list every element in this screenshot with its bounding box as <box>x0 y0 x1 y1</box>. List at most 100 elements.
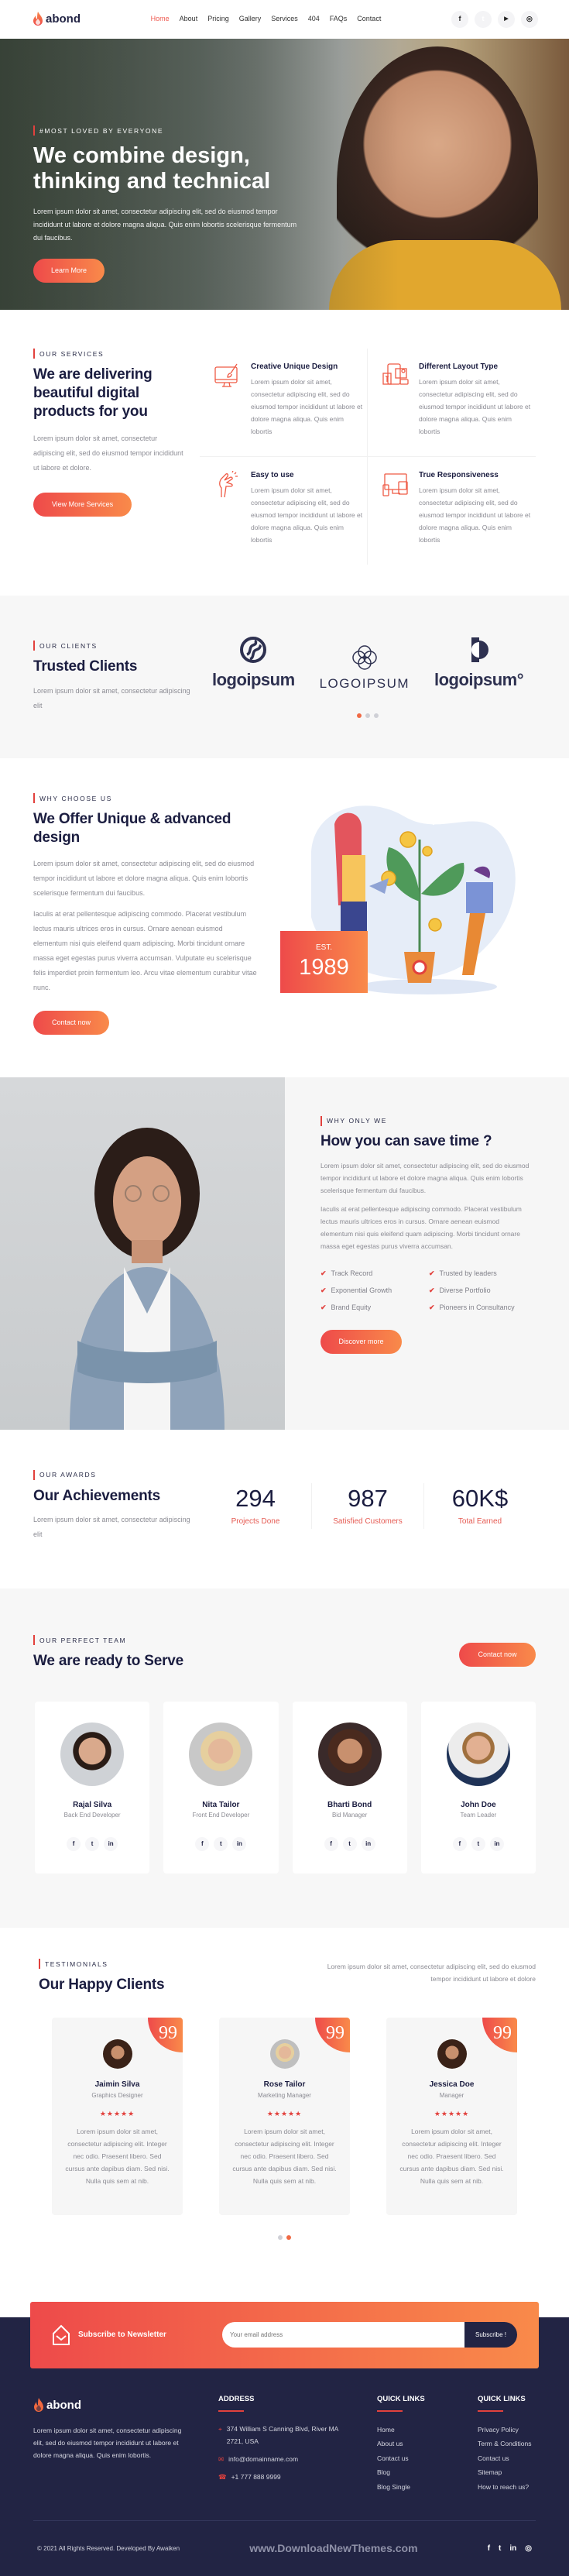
nav-contact[interactable]: Contact <box>357 12 381 26</box>
footer-link-home[interactable]: Home <box>377 2423 478 2437</box>
contact-now-button[interactable]: Contact now <box>33 1010 109 1035</box>
facebook-icon[interactable]: f <box>67 1837 81 1851</box>
why-choose-us-section: WHY CHOOSE US We Offer Unique & advanced… <box>0 758 569 1077</box>
nav-404[interactable]: 404 <box>308 12 320 26</box>
member-name: Rajal Silva <box>73 1801 112 1809</box>
nav-pricing[interactable]: Pricing <box>207 12 229 26</box>
checklist-label: Track Record <box>331 1269 373 1278</box>
client-logo[interactable]: LOGOIPSUM <box>320 644 410 696</box>
testimonial-text: Lorem ipsum dolor sit amet, consectetur … <box>399 2127 504 2185</box>
nav-faqs[interactable]: FAQs <box>330 12 348 26</box>
team-card: Rajal Silva Back End Developer f t in <box>35 1702 150 1874</box>
instagram-icon[interactable]: ◎ <box>520 11 538 28</box>
carousel-dot-active[interactable] <box>357 713 362 718</box>
linkedin-icon[interactable]: in <box>361 1837 375 1851</box>
stat-value: 294 <box>235 1484 276 1512</box>
half-circle-logo-icon <box>471 637 489 663</box>
facebook-icon[interactable]: f <box>452 1837 467 1851</box>
carousel-dot[interactable] <box>278 2234 283 2240</box>
member-name: John Doe <box>461 1801 496 1809</box>
twitter-icon[interactable]: t <box>342 1837 357 1851</box>
facebook-icon[interactable]: f <box>195 1837 210 1851</box>
snap-hand-icon <box>219 471 238 498</box>
facebook-icon[interactable]: f <box>488 2541 490 2556</box>
subscribe-button[interactable]: Subscribe ! <box>464 2322 517 2348</box>
footer-link-about[interactable]: About us <box>377 2437 478 2451</box>
footer-link-reach-us[interactable]: How to reach us? <box>478 2480 531 2495</box>
save-time-section: WHY ONLY WE How you can save time ? Lore… <box>0 1077 569 1430</box>
hero-title-line1: We combine design, <box>33 143 250 168</box>
avatar <box>102 2038 132 2069</box>
linkedin-icon[interactable]: in <box>232 1837 247 1851</box>
learn-more-button[interactable]: Learn More <box>33 259 105 283</box>
client-role: Manager <box>439 2091 464 2099</box>
footer-about-text: Lorem ipsum dolor sit amet, consectetur … <box>33 2427 182 2460</box>
twitter-icon[interactable]: t <box>471 1837 485 1851</box>
stat-label: Total Earned <box>458 1516 502 1526</box>
brand-logo[interactable]: abond <box>33 9 81 31</box>
team-eyebrow: OUR PERFECT TEAM <box>33 1635 183 1645</box>
youtube-icon[interactable]: ▶ <box>497 11 515 28</box>
linkedin-icon[interactable]: in <box>509 2541 516 2556</box>
testimonial-text: Lorem ipsum dolor sit amet, consectetur … <box>65 2127 170 2185</box>
footer-link-privacy[interactable]: Privacy Policy <box>478 2423 531 2437</box>
service-item: Different Layout Type Lorem ipsum dolor s… <box>368 349 536 457</box>
quote-icon: 99 <box>315 2017 350 2052</box>
stat-label: Satisfied Customers <box>333 1516 403 1526</box>
instagram-icon[interactable]: ◎ <box>525 2541 532 2556</box>
footer-link-contact[interactable]: Contact us <box>377 2451 478 2466</box>
footer-link-blog-single[interactable]: Blog Single <box>377 2480 478 2495</box>
view-more-services-button[interactable]: View More Services <box>33 493 132 517</box>
client-logo[interactable]: logoipsum° <box>434 636 524 696</box>
carousel-dot-active[interactable] <box>286 2234 291 2240</box>
footer-brand: abond <box>46 2398 81 2412</box>
carousel-dot[interactable] <box>374 713 379 718</box>
services-eyebrow: OUR SERVICES <box>33 349 184 359</box>
footer-about: abond Lorem ipsum dolor sit amet, consec… <box>33 2395 188 2495</box>
nav-about[interactable]: About <box>180 12 198 26</box>
client-role: Graphics Designer <box>91 2091 143 2099</box>
facebook-icon[interactable]: f <box>324 1837 338 1851</box>
location-pin-icon: ⌖ <box>218 2424 222 2433</box>
checklist-item: ✔ Pioneers in Consultancy <box>429 1300 522 1314</box>
email-input[interactable] <box>222 2322 464 2348</box>
footer-socials: f t in ◎ <box>488 2541 532 2556</box>
client-logo[interactable]: logoipsum <box>212 636 295 696</box>
footer-link-blog[interactable]: Blog <box>377 2465 478 2480</box>
email-icon: ✉ <box>218 2454 225 2463</box>
newsletter-wrapper: Subscribe to Newsletter Subscribe ! <box>0 2286 569 2368</box>
twitter-icon[interactable]: t <box>474 11 492 28</box>
team-contact-now-button[interactable]: Contact now <box>459 1643 536 1668</box>
testimonials-eyebrow: TESTIMONIALS <box>39 1959 164 1969</box>
linkedin-icon[interactable]: in <box>104 1837 118 1851</box>
nav-home[interactable]: Home <box>151 12 170 26</box>
twitter-icon[interactable]: t <box>499 2541 501 2556</box>
established-badge: EST. 1989 <box>280 931 368 993</box>
discover-more-button[interactable]: Discover more <box>320 1330 402 1355</box>
smiling-woman-photo <box>0 1077 285 1430</box>
checklist-item: ✔ Track Record <box>320 1266 429 1280</box>
nav-gallery[interactable]: Gallery <box>239 12 262 26</box>
twitter-icon[interactable]: t <box>85 1837 100 1851</box>
service-text: Lorem ipsum dolor sit amet, consectetur … <box>251 378 363 435</box>
twitter-icon[interactable]: t <box>214 1837 228 1851</box>
phone-link[interactable]: +1 777 888 9999 <box>231 2471 281 2483</box>
carousel-dot[interactable] <box>365 713 370 718</box>
check-icon: ✔ <box>320 1286 327 1295</box>
footer-link-contact-2[interactable]: Contact us <box>478 2451 531 2466</box>
mail-open-icon <box>53 2324 70 2345</box>
check-icon: ✔ <box>320 1269 327 1278</box>
footer-link-sitemap[interactable]: Sitemap <box>478 2465 531 2480</box>
footer-quick-links-2: QUICK LINKS Privacy Policy Term & Condit… <box>478 2395 531 2495</box>
service-text: Lorem ipsum dolor sit amet, consectetur … <box>419 486 531 544</box>
nav-services[interactable]: Services <box>271 12 298 26</box>
linkedin-icon[interactable]: in <box>489 1837 504 1851</box>
member-name: Bharti Bond <box>327 1801 372 1809</box>
heading-underline <box>218 2409 244 2412</box>
footer-link-terms[interactable]: Term & Conditions <box>478 2437 531 2451</box>
email-link[interactable]: info@domainname.com <box>228 2453 298 2465</box>
services-title: We are delivering beautiful digital prod… <box>33 366 153 420</box>
footer-logo[interactable]: abond <box>33 2395 188 2417</box>
facebook-icon[interactable]: f <box>451 11 468 28</box>
growth-illustration: EST. 1989 <box>280 793 536 1010</box>
